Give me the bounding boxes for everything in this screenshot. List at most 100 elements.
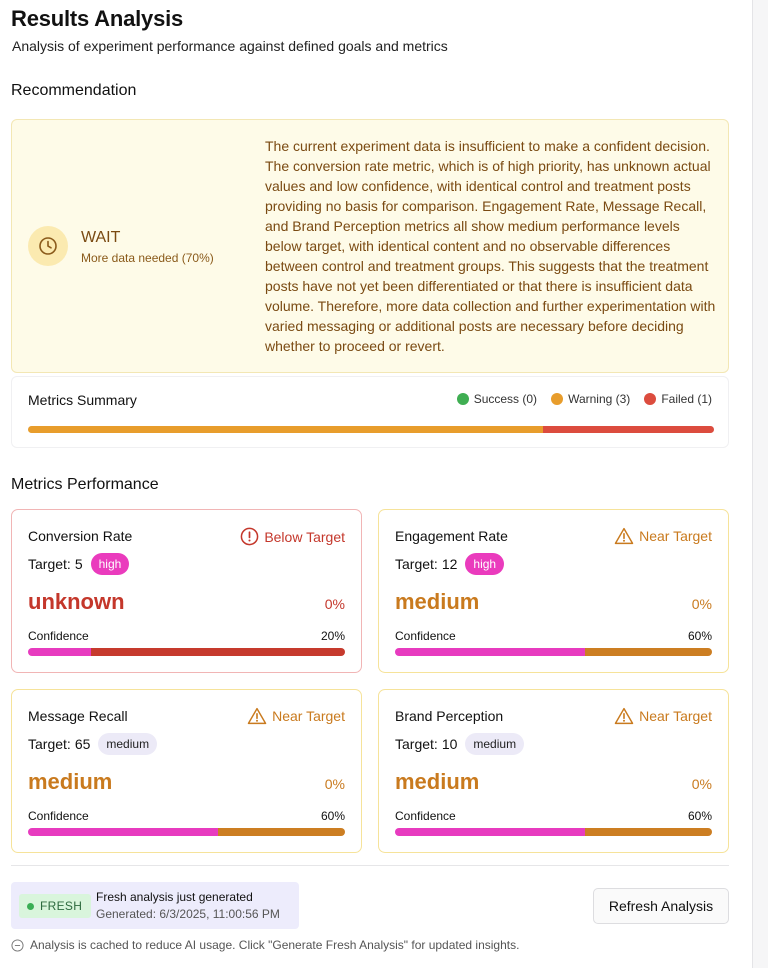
metric-card: Brand Perception Near Target Target: 10 medi… (378, 689, 729, 853)
clock-icon (28, 226, 68, 266)
target-value: 5 (74, 556, 83, 572)
alert-circle-icon (240, 527, 259, 546)
warning-triangle-icon (614, 707, 634, 725)
confidence-bar-remainder (585, 828, 712, 836)
metric-value: medium (395, 769, 480, 794)
metric-card: Conversion Rate Below Target Target: 5 high u… (11, 509, 362, 673)
metric-card: Engagement Rate Near Target Target: 12 high m… (378, 509, 729, 673)
legend-failed-label: Failed (1) (661, 392, 712, 406)
target-prefix: Target: (28, 556, 71, 572)
recommendation-confidence: More data needed (70%) (81, 251, 214, 265)
confidence-bar-fill (395, 828, 586, 836)
metric-name: Conversion Rate (28, 528, 133, 544)
recommendation-card: WAIT More data needed (70%) The current … (11, 119, 729, 373)
metric-status: Near Target (614, 527, 712, 545)
metric-target: Target: 10 medium (395, 733, 525, 755)
metrics-performance-heading: Metrics Performance (11, 476, 159, 493)
metric-name: Brand Perception (395, 708, 504, 724)
recommendation-decision: WAIT (81, 229, 121, 246)
confidence-bar (395, 828, 712, 836)
confidence-bar-fill (28, 828, 219, 836)
summary-legend: Success (0) Warning (3) Failed (1) (456, 392, 712, 406)
recommendation-text: The current experiment data is insuffici… (265, 138, 716, 354)
legend-failed: Failed (1) (644, 392, 712, 406)
metrics-summary-card: Metrics Summary Success (0) Warning (3) … (11, 376, 729, 448)
legend-success-label: Success (0) (473, 392, 538, 406)
confidence-percent: 60% (320, 809, 345, 823)
confidence-label: Confidence (395, 809, 456, 823)
metric-name: Engagement Rate (395, 528, 508, 544)
info-icon (11, 938, 24, 952)
target-prefix: Target: (395, 736, 438, 752)
page-title: Results Analysis (11, 6, 184, 31)
target-value: 65 (74, 736, 91, 752)
generated-timestamp: Generated: 6/3/2025, 11:00:56 PM (96, 907, 280, 921)
priority-badge: high (90, 553, 130, 575)
metric-change: 0% (691, 596, 712, 612)
metric-value: medium (395, 589, 480, 614)
target-value: 10 (441, 736, 458, 752)
warning-triangle-icon (247, 707, 267, 725)
confidence-label: Confidence (28, 809, 89, 823)
metric-status: Below Target (240, 527, 345, 546)
target-prefix: Target: (28, 736, 71, 752)
confidence-bar (28, 828, 345, 836)
metric-target: Target: 12 high (395, 553, 505, 575)
priority-badge: high (465, 553, 505, 575)
fresh-badge-label: FRESH (40, 899, 83, 913)
success-dot-icon (456, 393, 469, 405)
metric-change: 0% (324, 776, 345, 792)
legend-success: Success (0) (456, 392, 538, 406)
confidence-bar-fill (395, 648, 586, 656)
metric-status-label: Near Target (639, 708, 712, 724)
target-prefix: Target: (395, 556, 438, 572)
confidence-bar-remainder (585, 648, 712, 656)
divider (11, 865, 729, 866)
status-dot-icon (27, 902, 34, 910)
confidence-bar (395, 648, 712, 656)
metrics-summary-bar (28, 426, 714, 433)
confidence-bar-remainder (218, 828, 345, 836)
confidence-percent: 60% (687, 809, 712, 823)
metric-change: 0% (324, 596, 345, 612)
confidence-bar-remainder (91, 648, 345, 656)
failed-dot-icon (644, 393, 657, 405)
metric-name: Message Recall (28, 708, 128, 724)
metric-target: Target: 65 medium (28, 733, 158, 755)
legend-warning-label: Warning (3) (568, 392, 631, 406)
priority-badge: medium (465, 733, 525, 755)
confidence-percent: 60% (687, 629, 712, 643)
page-subtitle: Analysis of experiment performance again… (12, 38, 448, 54)
metric-card: Message Recall Near Target Target: 65 medium… (11, 689, 362, 853)
metric-change: 0% (691, 776, 712, 792)
summary-failed-segment (542, 426, 714, 433)
metric-target: Target: 5 high (28, 553, 130, 575)
confidence-bar-fill (28, 648, 92, 656)
fresh-badge: FRESH (19, 894, 92, 918)
metric-status-label: Below Target (264, 528, 345, 545)
metrics-summary-title: Metrics Summary (28, 392, 137, 408)
metric-status-label: Near Target (639, 528, 712, 544)
confidence-bar (28, 648, 345, 656)
metric-status-label: Near Target (272, 708, 345, 724)
scrollbar[interactable] (752, 0, 768, 968)
warning-dot-icon (551, 393, 564, 405)
recommendation-heading: Recommendation (11, 82, 137, 99)
metric-value: medium (28, 769, 113, 794)
confidence-label: Confidence (395, 629, 456, 643)
priority-badge: medium (98, 733, 158, 755)
target-value: 12 (441, 556, 458, 572)
fresh-title: Fresh analysis just generated (96, 890, 253, 904)
confidence-label: Confidence (28, 629, 89, 643)
summary-warning-segment (28, 426, 543, 433)
metric-status: Near Target (247, 707, 345, 725)
cache-note-text: Analysis is cached to reduce AI usage. C… (30, 938, 520, 952)
metric-value: unknown (28, 589, 125, 614)
fresh-analysis-status: FRESH Fresh analysis just generated Gene… (11, 882, 299, 929)
warning-triangle-icon (614, 527, 634, 545)
metric-status: Near Target (614, 707, 712, 725)
refresh-analysis-button[interactable]: Refresh Analysis (593, 888, 729, 924)
confidence-percent: 20% (320, 629, 345, 643)
cache-note: Analysis is cached to reduce AI usage. C… (11, 938, 519, 952)
legend-warning: Warning (3) (551, 392, 630, 406)
